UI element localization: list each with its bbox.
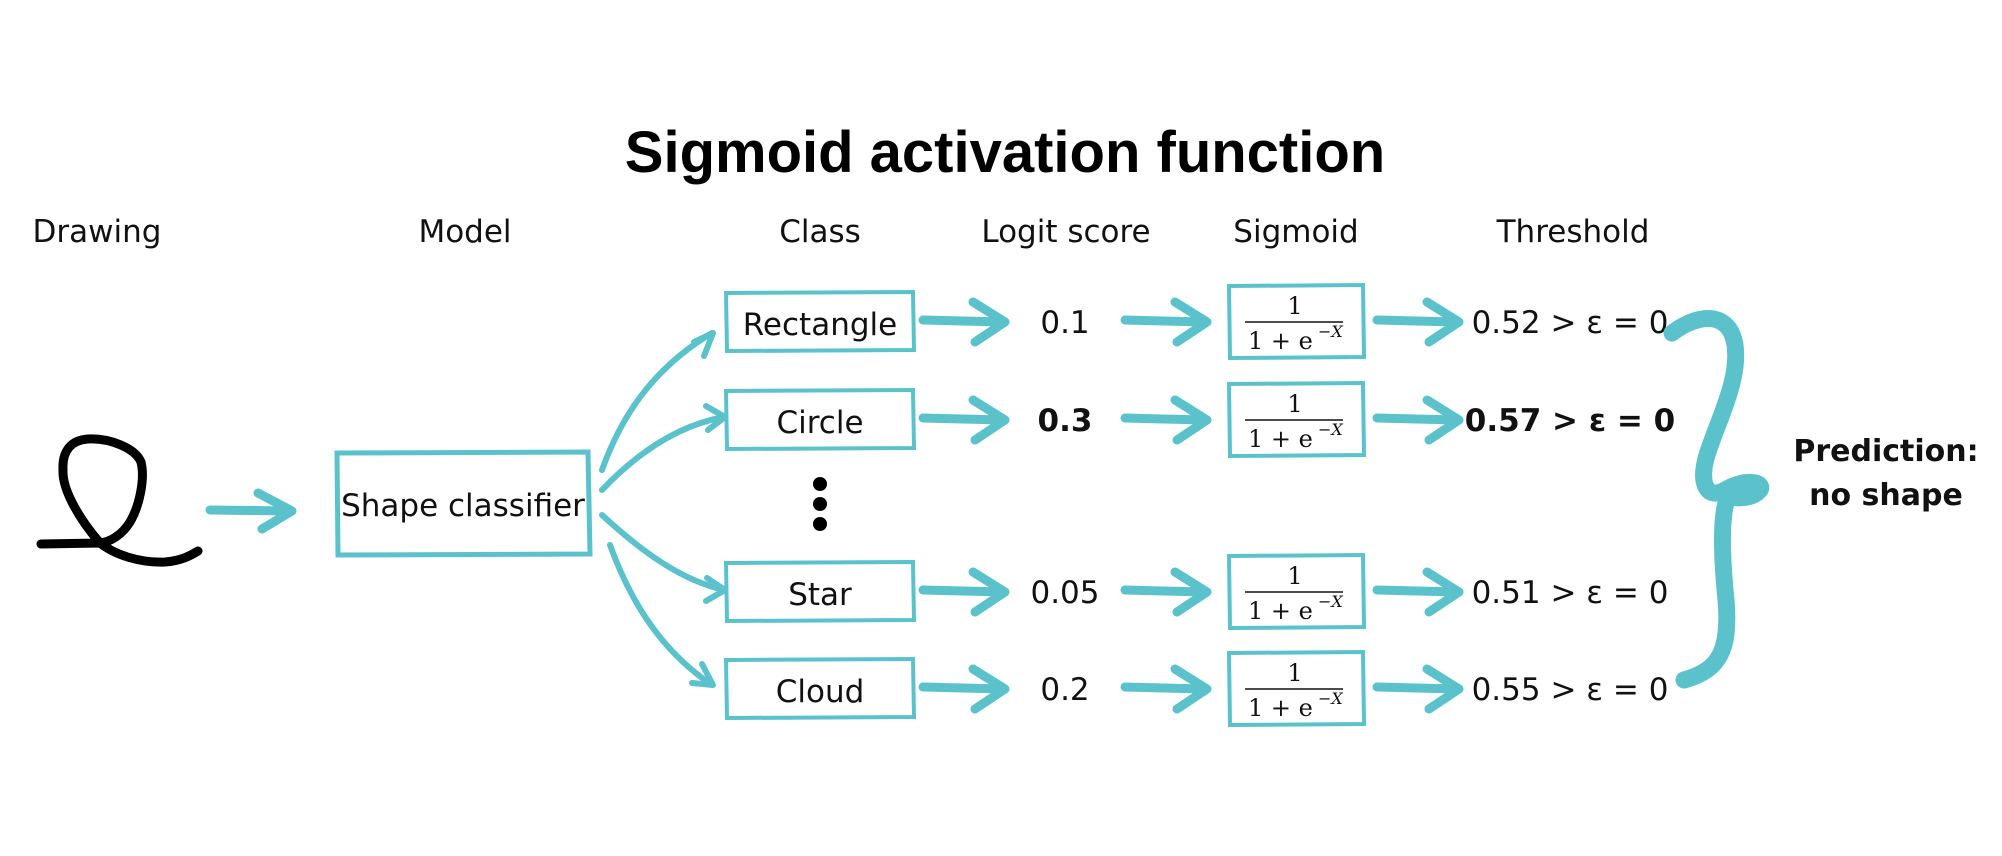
hand-drawing-icon [36,434,203,567]
formula-denominator: 1 + e [1248,597,1313,625]
formula-numerator: 1 [1287,292,1302,320]
logit-score: 0.2 [1040,672,1089,708]
header-logit-score: Logit score [981,214,1150,250]
arrow-class-to-logit [918,395,1010,445]
prediction-label: Prediction: [1793,434,1978,469]
class-label: Rectangle [743,307,897,343]
arrow-model-to-cloud [607,542,715,688]
class-label: Circle [776,405,863,441]
arrow-logit-to-sigmoid [1120,297,1212,347]
arrow-sigmoid-to-threshold [1372,297,1464,347]
arrow-drawing-to-model [205,488,297,534]
fanout-arrows [599,330,728,688]
row-circle: Circle 0.3 1 1 + e −X 0.57 > ε = 0 [723,380,1675,459]
logit-score: 0.1 [1040,305,1089,341]
header-sigmoid: Sigmoid [1233,214,1358,250]
formula-exponent: −X [1318,592,1343,611]
arrow-logit-to-sigmoid [1120,395,1212,445]
model-label: Shape classifier [341,488,585,524]
logit-score: 0.05 [1030,575,1099,611]
class-box: Rectangle [723,289,917,354]
formula-exponent: −X [1318,420,1343,439]
arrow-sigmoid-to-threshold [1372,567,1464,617]
arrow-sigmoid-to-threshold [1372,664,1464,714]
row-star: Star 0.05 1 1 + e −X 0.51 > ε = 0 [723,552,1669,631]
formula-exponent: −X [1318,322,1343,341]
class-box: Circle [723,387,917,452]
brace-icon [1663,310,1770,689]
class-box: Cloud [723,656,917,721]
diagram-canvas: Sigmoid activation function Drawing Mode… [33,120,1979,728]
row-cloud: Cloud 0.2 1 1 + e −X 0.55 > ε = 0 [723,649,1669,728]
formula-denominator: 1 + e [1248,694,1313,722]
sigmoid-formula-box: 1 1 + e −X [1226,282,1367,361]
formula-numerator: 1 [1287,390,1302,418]
logit-score: 0.3 [1038,403,1093,439]
formula-denominator: 1 + e [1248,425,1313,453]
arrow-class-to-logit [918,567,1010,617]
arrow-class-to-logit [918,664,1010,714]
arrow-logit-to-sigmoid [1120,664,1212,714]
formula-numerator: 1 [1287,562,1302,590]
class-label: Cloud [776,674,865,710]
threshold-result: 0.52 > ε = 0 [1472,305,1669,341]
model-box: Shape classifier [334,449,593,558]
formula-denominator: 1 + e [1248,327,1313,355]
sigmoid-formula-box: 1 1 + e −X [1226,649,1367,728]
diagram-title: Sigmoid activation function [625,120,1385,185]
threshold-result: 0.57 > ε = 0 [1465,403,1675,439]
arrow-logit-to-sigmoid [1120,567,1212,617]
arrow-class-to-logit [918,297,1010,347]
header-threshold: Threshold [1496,214,1650,250]
sigmoid-formula-box: 1 1 + e −X [1226,552,1367,631]
header-model: Model [418,214,511,250]
prediction-value: no shape [1809,478,1963,513]
formula-numerator: 1 [1287,659,1302,687]
more-classes-ellipsis [813,477,827,531]
class-label: Star [788,577,852,613]
class-box: Star [723,559,917,624]
row-rectangle: Rectangle 0.1 1 1 + e −X 0.52 > ε = 0 [723,282,1669,361]
header-class: Class [779,214,861,250]
header-drawing: Drawing [33,214,162,250]
threshold-result: 0.51 > ε = 0 [1472,575,1669,611]
arrow-sigmoid-to-threshold [1372,395,1464,445]
sigmoid-formula-box: 1 1 + e −X [1226,380,1367,459]
formula-exponent: −X [1318,689,1343,708]
threshold-result: 0.55 > ε = 0 [1472,672,1669,708]
arrow-model-to-rectangle [599,330,715,473]
